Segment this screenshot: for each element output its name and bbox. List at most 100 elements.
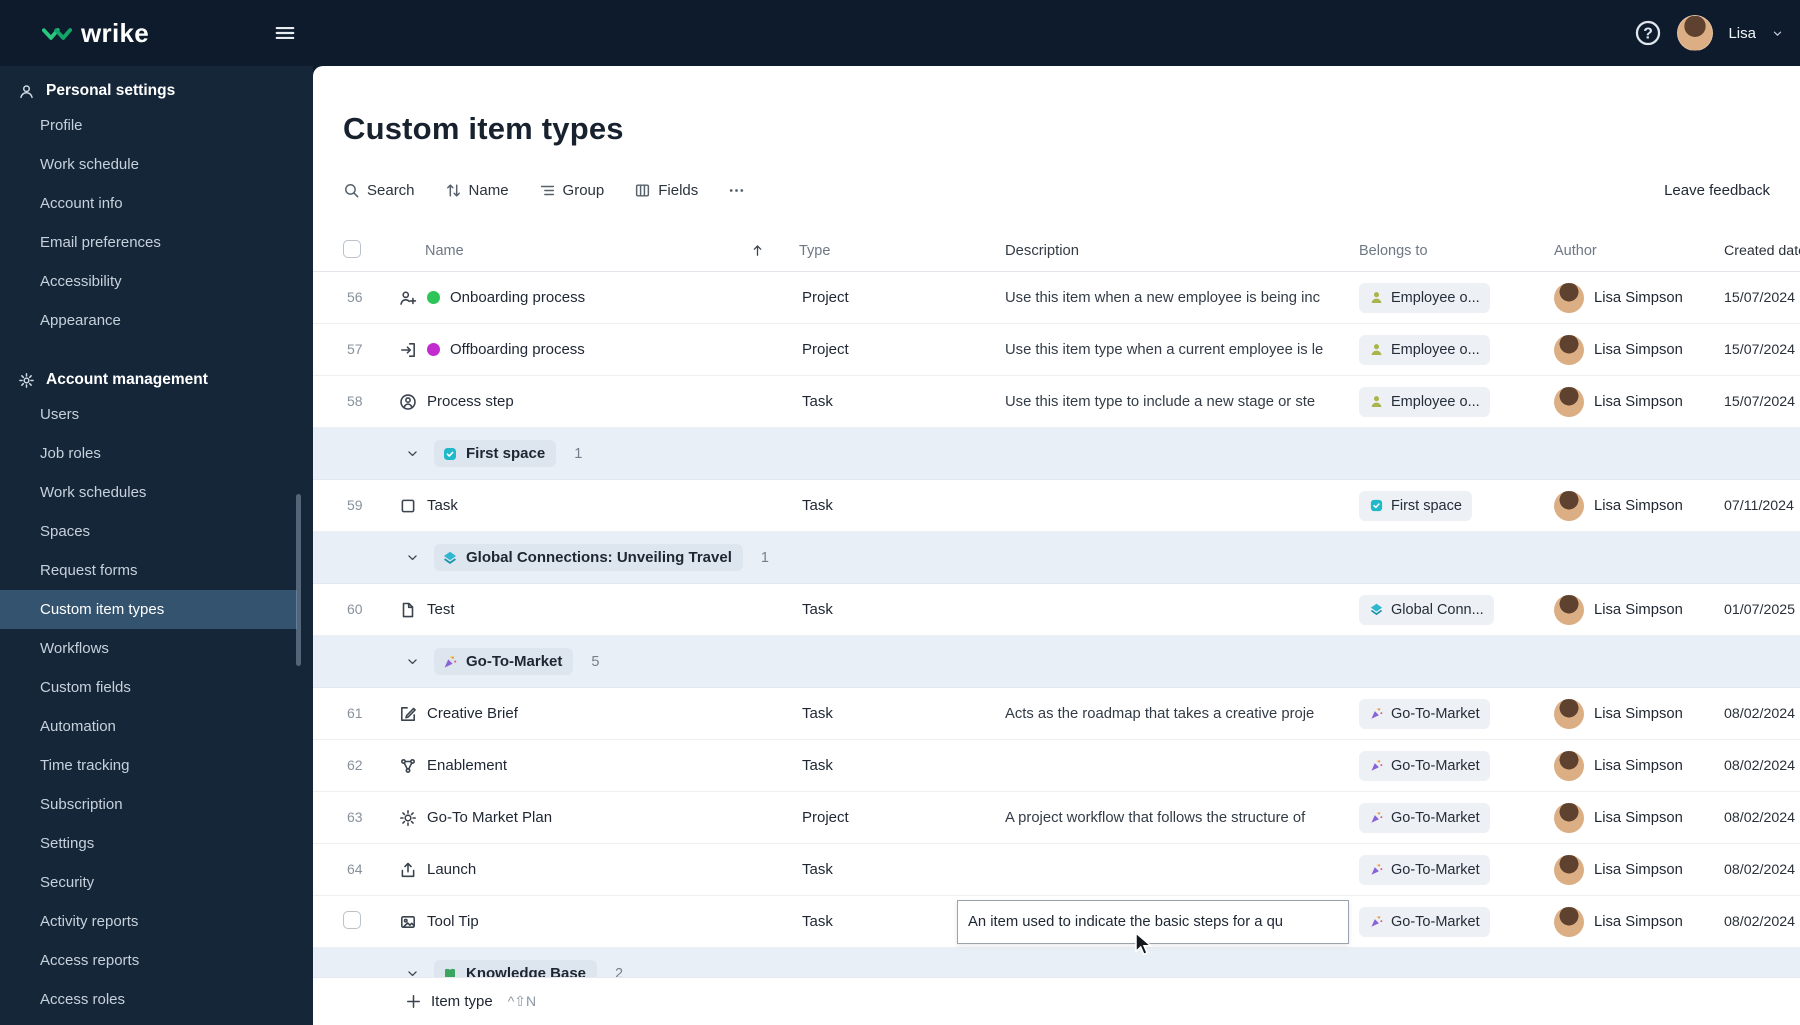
group-row-global-connections-unveiling-travel[interactable]: Global Connections: Unveiling Travel 1 — [313, 532, 1800, 584]
type-cell[interactable]: Task — [799, 861, 999, 878]
table-row[interactable]: Tool Tip Task An item used to indicate t… — [313, 896, 1800, 948]
name-cell[interactable]: Test — [399, 601, 799, 619]
sidebar-item-subscription[interactable]: Subscription — [0, 785, 297, 824]
created-date-cell: 01/07/2025 — [1724, 601, 1796, 618]
sidebar-item-users[interactable]: Users — [0, 395, 297, 434]
sidebar-scrollbar[interactable] — [296, 494, 301, 666]
table-row[interactable]: 59 Task Task First space Lisa Simpson 07… — [313, 480, 1800, 532]
menu-icon[interactable] — [274, 22, 296, 44]
sidebar-item-email-preferences[interactable]: Email preferences — [0, 223, 297, 262]
sidebar-item-access-reports[interactable]: Access reports — [0, 941, 297, 980]
belongs-badge[interactable]: Global Conn... — [1359, 594, 1494, 625]
name-cell[interactable]: Onboarding process — [399, 289, 799, 307]
chevron-down-icon[interactable] — [405, 550, 420, 565]
chevron-down-icon[interactable] — [405, 654, 420, 669]
belongs-badge[interactable]: Employee o... — [1359, 386, 1490, 417]
table-row[interactable]: 64 Launch Task Go-To-Market Lisa Simpson… — [313, 844, 1800, 896]
type-cell[interactable]: Task — [799, 601, 999, 618]
chevron-down-icon[interactable] — [405, 446, 420, 461]
description-cell[interactable]: Use this item type when a current employ… — [999, 342, 1359, 358]
sort-asc-icon[interactable] — [750, 243, 765, 258]
sidebar-item-account-info[interactable]: Account info — [0, 184, 297, 223]
sidebar-item-request-forms[interactable]: Request forms — [0, 551, 297, 590]
group-chip[interactable]: Global Connections: Unveiling Travel — [434, 544, 743, 571]
group-chip[interactable]: Go-To-Market — [434, 648, 574, 675]
search-button[interactable]: Search — [343, 182, 415, 199]
group-button[interactable]: Group — [539, 182, 604, 199]
sidebar-item-automation[interactable]: Automation — [0, 707, 297, 746]
belongs-badge[interactable]: Employee o... — [1359, 282, 1490, 313]
sidebar-item-activity-reports[interactable]: Activity reports — [0, 902, 297, 941]
name-cell[interactable]: Enablement — [399, 757, 799, 775]
name-cell[interactable]: Process step — [399, 393, 799, 411]
belongs-badge[interactable]: Go-To-Market — [1359, 750, 1490, 781]
sidebar-item-accessibility[interactable]: Accessibility — [0, 262, 297, 301]
chevron-down-icon[interactable] — [1771, 27, 1784, 40]
belongs-badge[interactable]: Go-To-Market — [1359, 698, 1490, 729]
group-row-go-to-market[interactable]: Go-To-Market 5 — [313, 636, 1800, 688]
sidebar-item-settings[interactable]: Settings — [0, 824, 297, 863]
column-header-name[interactable]: Name — [425, 243, 464, 259]
table-row[interactable]: 57 Offboarding process Project Use this … — [313, 324, 1800, 376]
type-cell[interactable]: Task — [799, 393, 999, 410]
sidebar-item-spaces[interactable]: Spaces — [0, 512, 297, 551]
type-cell[interactable]: Project — [799, 289, 999, 306]
name-cell[interactable]: Go-To Market Plan — [399, 809, 799, 827]
table-row[interactable]: 61 Creative Brief Task Acts as the roadm… — [313, 688, 1800, 740]
select-all-checkbox[interactable] — [343, 239, 361, 258]
belongs-badge[interactable]: Employee o... — [1359, 334, 1490, 365]
sidebar-item-work-schedule[interactable]: Work schedule — [0, 145, 297, 184]
user-name[interactable]: Lisa — [1728, 25, 1756, 42]
description-cell[interactable]: Use this item when a new employee is bei… — [999, 290, 1359, 306]
type-cell[interactable]: Project — [799, 341, 999, 358]
column-header-created-date[interactable]: Created date — [1724, 243, 1800, 259]
sidebar-item-security[interactable]: Security — [0, 863, 297, 902]
type-cell[interactable]: Task — [799, 705, 999, 722]
name-cell[interactable]: Task — [399, 497, 799, 515]
row-checkbox[interactable] — [343, 910, 361, 929]
name-cell[interactable]: Launch — [399, 861, 799, 879]
user-avatar[interactable] — [1677, 15, 1714, 51]
belongs-badge[interactable]: Go-To-Market — [1359, 802, 1490, 833]
sidebar-item-custom-fields[interactable]: Custom fields — [0, 668, 297, 707]
sidebar-item-access-roles[interactable]: Access roles — [0, 980, 297, 1019]
type-cell[interactable]: Task — [799, 757, 999, 774]
table-row[interactable]: 60 Test Task Global Conn... Lisa Simpson… — [313, 584, 1800, 636]
type-cell[interactable]: Task — [799, 497, 999, 514]
wrike-logo[interactable]: wrike — [0, 18, 149, 49]
column-header-type[interactable]: Type — [799, 243, 999, 259]
sidebar-item-time-tracking[interactable]: Time tracking — [0, 746, 297, 785]
belongs-badge[interactable]: Go-To-Market — [1359, 854, 1490, 885]
sidebar-item-appearance[interactable]: Appearance — [0, 301, 297, 340]
name-cell[interactable]: Offboarding process — [399, 341, 799, 359]
column-header-author[interactable]: Author — [1554, 243, 1724, 259]
sort-button[interactable]: Name — [445, 182, 509, 199]
type-cell[interactable]: Project — [799, 809, 999, 826]
description-cell[interactable]: Acts as the roadmap that takes a creativ… — [999, 706, 1359, 722]
sidebar-item-custom-item-types[interactable]: Custom item types — [0, 590, 297, 629]
column-header-belongs-to[interactable]: Belongs to — [1359, 243, 1554, 259]
table-row[interactable]: 56 Onboarding process Project Use this i… — [313, 272, 1800, 324]
help-icon[interactable]: ? — [1634, 19, 1662, 47]
sidebar-item-workflows[interactable]: Workflows — [0, 629, 297, 668]
description-edit-cell[interactable]: An item used to indicate the basic steps… — [957, 899, 1349, 944]
description-cell[interactable]: Use this item type to include a new stag… — [999, 394, 1359, 410]
description-cell[interactable]: A project workflow that follows the stru… — [999, 810, 1359, 826]
belongs-badge[interactable]: Go-To-Market — [1359, 906, 1490, 937]
name-cell[interactable]: Creative Brief — [399, 705, 799, 723]
leave-feedback-link[interactable]: Leave feedback — [1664, 182, 1770, 199]
table-row[interactable]: 58 Process step Task Use this item type … — [313, 376, 1800, 428]
more-button[interactable] — [728, 182, 745, 199]
table-row[interactable]: 62 Enablement Task Go-To-Market Lisa Sim… — [313, 740, 1800, 792]
sidebar-item-job-roles[interactable]: Job roles — [0, 434, 297, 473]
belongs-badge[interactable]: First space — [1359, 490, 1472, 521]
name-cell[interactable]: Tool Tip — [399, 913, 799, 931]
column-header-description[interactable]: Description — [999, 243, 1359, 259]
group-chip[interactable]: First space — [434, 440, 557, 467]
group-row-first-space[interactable]: First space 1 — [313, 428, 1800, 480]
add-item-type-button[interactable]: Item type — [431, 993, 493, 1010]
sidebar-item-work-schedules[interactable]: Work schedules — [0, 473, 297, 512]
fields-button[interactable]: Fields — [634, 182, 698, 199]
table-row[interactable]: 63 Go-To Market Plan Project A project w… — [313, 792, 1800, 844]
sidebar-item-profile[interactable]: Profile — [0, 106, 297, 145]
